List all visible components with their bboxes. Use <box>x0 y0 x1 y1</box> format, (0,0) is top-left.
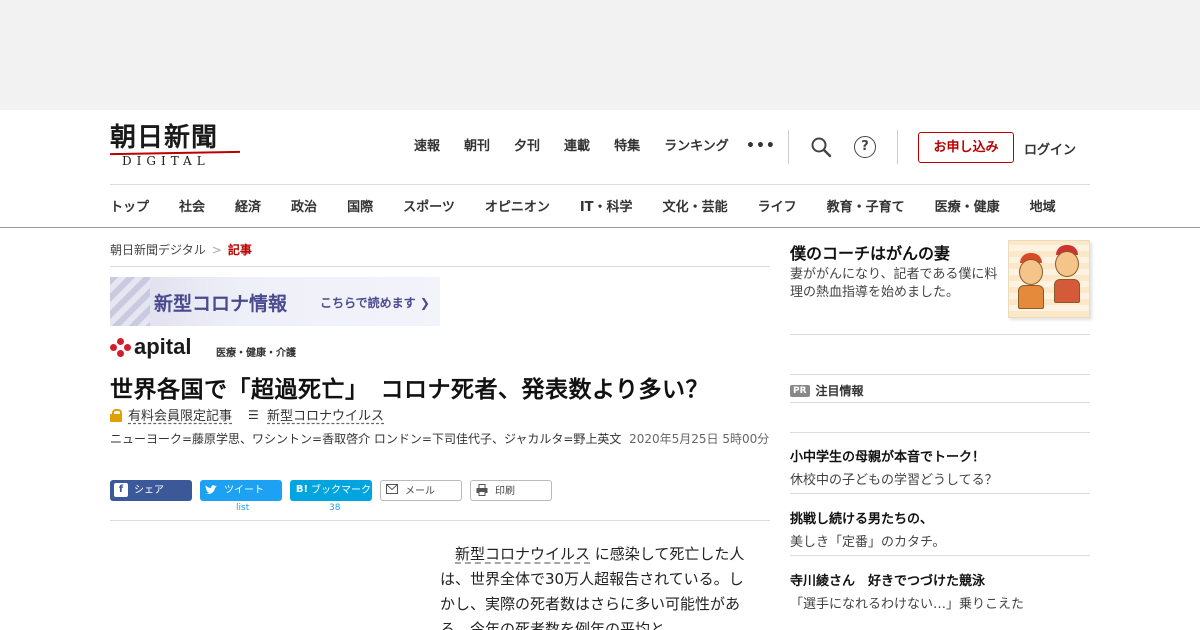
apital-category: 医療・健康・介護 <box>216 348 296 359</box>
hatena-count[interactable]: 38 <box>329 503 340 513</box>
twitter-count[interactable]: list <box>236 503 249 513</box>
share-divider <box>110 520 770 521</box>
breadcrumb: 朝日新聞デジタル > 記事 <box>110 241 252 258</box>
section-nav: トップ 社会 経済 政治 国際 スポーツ オピニオン IT・科学 文化・芸能 ラ… <box>110 196 1086 215</box>
print-label: 印刷 <box>495 486 515 497</box>
hatena-label: ブックマーク <box>311 485 371 496</box>
section-nav-politics[interactable]: 政治 <box>291 196 317 215</box>
header-divider <box>897 130 898 164</box>
hatena-icon: B! <box>295 484 309 495</box>
subscribe-button[interactable]: お申し込み <box>918 132 1014 163</box>
covid-banner-title: 新型コロナ情報 <box>154 293 288 315</box>
top-nav-sokuho[interactable]: 速報 <box>414 138 440 156</box>
feature-illustration[interactable] <box>1008 240 1090 318</box>
topic-tag[interactable]: 新型コロナウイルス <box>267 405 384 424</box>
sidebar-divider <box>790 374 1090 375</box>
top-nav: 速報 朝刊 夕刊 連載 特集 ランキング <box>414 138 753 156</box>
pr-item-title[interactable]: 寺川綾さん 好きでつづけた競泳 <box>790 570 985 589</box>
top-nav-choukan[interactable]: 朝刊 <box>464 138 490 156</box>
breadcrumb-divider <box>110 266 770 267</box>
mail-label: メール <box>405 486 435 497</box>
logo-latin: DIGITAL <box>122 154 210 168</box>
pr-item-title[interactable]: 挑戦し続ける男たちの、 <box>790 508 933 527</box>
breadcrumb-home[interactable]: 朝日新聞デジタル <box>110 243 206 257</box>
mail-icon <box>385 484 399 498</box>
covid-info-banner[interactable]: 新型コロナ情報 こちらで読めます ❯ <box>110 277 440 326</box>
site-logo[interactable]: 朝日新聞 DIGITAL <box>109 123 242 170</box>
sidebar-divider <box>790 334 1090 335</box>
header-divider-line <box>110 184 1090 185</box>
article-byline: ニューヨーク=藤原学思、ワシントン=香取啓介 ロンドン=下司佳代子、ジャカルタ=… <box>110 430 770 448</box>
section-nav-economy[interactable]: 経済 <box>235 196 261 215</box>
section-nav-culture[interactable]: 文化・芸能 <box>663 196 728 215</box>
search-icon[interactable] <box>810 136 832 158</box>
print-button[interactable]: 印刷 <box>470 480 552 501</box>
facebook-share-button[interactable]: f シェア <box>110 480 192 501</box>
article-tags: 有料会員限定記事 ☰ 新型コロナウイルス <box>110 405 384 424</box>
article-date: 2020年5月25日 5時00分 <box>629 432 770 446</box>
lock-icon <box>110 408 122 422</box>
sidebar-divider <box>790 555 1090 556</box>
top-nav-yukan[interactable]: 夕刊 <box>514 138 540 156</box>
pr-heading-label: 注目情報 <box>815 384 864 398</box>
pr-item-subtitle[interactable]: 「選手になれるわけない…」乗りこえた <box>790 593 1024 612</box>
apital-dots-icon <box>110 338 132 358</box>
sidebar-divider <box>790 432 1090 433</box>
section-nav-opinion[interactable]: オピニオン <box>485 196 550 215</box>
section-nav-sports[interactable]: スポーツ <box>403 196 455 215</box>
pr-heading: PR 注目情報 <box>790 382 864 399</box>
mail-share-button[interactable]: メール <box>380 480 462 501</box>
twitter-share-button[interactable]: ツイート <box>200 480 282 501</box>
more-menu-icon[interactable]: ••• <box>746 138 776 154</box>
twitter-share-label: ツイート <box>224 485 264 496</box>
breadcrumb-separator: > <box>211 243 222 257</box>
pr-item-title[interactable]: 小中学生の母親が本音でトーク！ <box>790 446 985 465</box>
section-nav-life[interactable]: ライフ <box>758 196 797 215</box>
top-nav-ranking[interactable]: ランキング <box>664 138 729 156</box>
section-nav-society[interactable]: 社会 <box>179 196 205 215</box>
site-header: 朝日新聞 DIGITAL 速報 朝刊 夕刊 連載 特集 ランキング ••• ? … <box>0 110 1200 228</box>
article-body: 新型コロナウイルス に感染して死亡した人は、世界全体で30万人超報告されている。… <box>440 542 750 630</box>
login-link[interactable]: ログイン <box>1024 139 1076 158</box>
ad-banner-area <box>0 0 1200 110</box>
apital-word: apital <box>134 334 192 359</box>
member-only-tag[interactable]: 有料会員限定記事 <box>128 405 232 424</box>
list-icon: ☰ <box>248 407 259 422</box>
section-nav-international[interactable]: 国際 <box>347 196 373 215</box>
section-nav-education[interactable]: 教育・子育て <box>827 196 905 215</box>
hatena-bookmark-button[interactable]: B! ブックマーク <box>290 480 372 501</box>
pr-item-subtitle[interactable]: 美しき「定番」のカタチ。 <box>790 531 945 550</box>
top-nav-rensai[interactable]: 連載 <box>564 138 590 156</box>
body-topic-link[interactable]: 新型コロナウイルス <box>455 545 590 563</box>
section-nav-region[interactable]: 地域 <box>1030 196 1056 215</box>
top-nav-tokushu[interactable]: 特集 <box>614 138 640 156</box>
banner-stripes <box>110 277 150 326</box>
help-icon[interactable]: ? <box>854 136 876 158</box>
section-nav-top[interactable]: トップ <box>110 196 149 215</box>
sidebar-divider <box>790 402 1090 403</box>
feature-description: 妻ががんになり、記者である僕に料理の熱血指導を始めました。 <box>790 267 998 300</box>
pr-badge: PR <box>790 384 810 397</box>
header-divider <box>788 130 789 164</box>
feature-title[interactable]: 僕のコーチはがんの妻 <box>790 240 950 264</box>
pr-item-subtitle[interactable]: 休校中の子どもの学習どうしてる？ <box>790 469 998 488</box>
byline-authors: ニューヨーク=藤原学思、ワシントン=香取啓介 ロンドン=下司佳代子、ジャカルタ=… <box>110 432 622 446</box>
section-nav-health[interactable]: 医療・健康 <box>935 196 1000 215</box>
breadcrumb-current: 記事 <box>227 243 252 257</box>
logo-kanji: 朝日新聞 <box>110 123 219 153</box>
facebook-share-label: シェア <box>134 485 164 496</box>
covid-banner-cta: こちらで読めます ❯ <box>320 296 430 310</box>
sidebar-divider <box>790 493 1090 494</box>
printer-icon <box>475 484 489 498</box>
section-nav-it-science[interactable]: IT・科学 <box>580 196 633 215</box>
article-headline: 世界各国で「超過死亡」 コロナ死者、発表数より多い？ <box>110 377 710 403</box>
facebook-icon: f <box>114 483 128 497</box>
twitter-bird-icon <box>204 483 218 497</box>
